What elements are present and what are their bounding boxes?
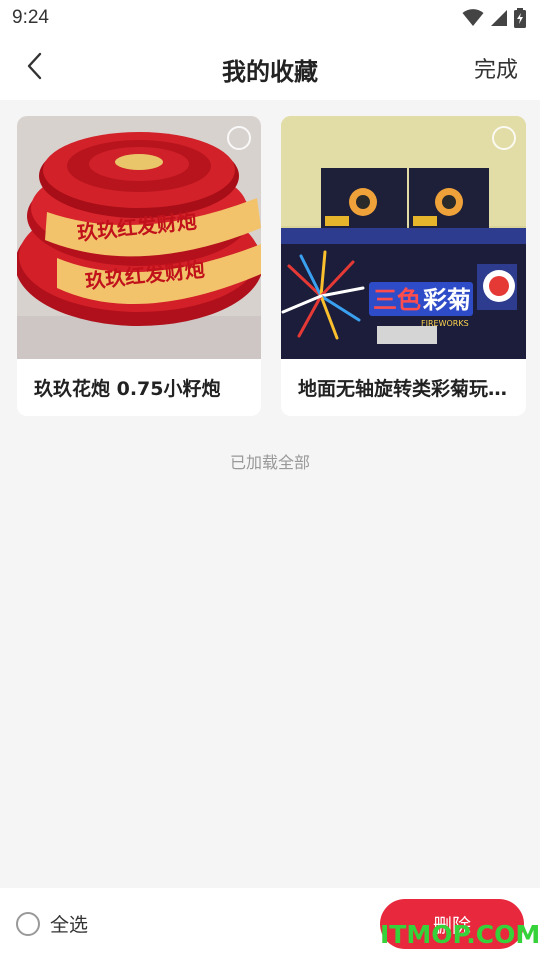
box-title-2: 彩菊: [422, 286, 471, 314]
status-bar: 9:24: [0, 0, 540, 36]
delete-button[interactable]: 删除: [380, 899, 524, 949]
select-all-radio[interactable]: [16, 911, 40, 936]
page-title: 我的收藏: [222, 58, 318, 86]
product-title: 地面无轴旋转类彩菊玩具烟花: [298, 378, 512, 400]
select-circle[interactable]: [492, 126, 516, 150]
favorite-card[interactable]: 玖玖红发财炮 玖玖红发财炮 玖玖花炮 0.75小籽炮: [17, 116, 261, 416]
product-image: 三色 彩菊 FIREWORKS: [281, 116, 526, 359]
done-button[interactable]: 完成: [474, 52, 518, 84]
load-status: 已加载全部: [229, 453, 310, 472]
box-title-1: 三色: [373, 286, 421, 314]
product-image: 玖玖红发财炮 玖玖红发财炮: [17, 116, 261, 359]
select-all-label: 全选: [50, 914, 89, 936]
nav-bar: 我的收藏 完成: [0, 36, 540, 100]
product-title: 玖玖花炮 0.75小籽炮: [34, 378, 221, 400]
favorite-card[interactable]: 三色 彩菊 FIREWORKS 地面无轴旋转类彩菊玩具烟花: [281, 116, 526, 416]
select-all-toggle[interactable]: 全选: [16, 910, 88, 937]
favorites-grid: 玖玖红发财炮 玖玖红发财炮 玖玖花炮 0.75小籽炮 三色 彩菊 FIREWOR…: [17, 116, 527, 416]
select-circle[interactable]: [227, 126, 251, 150]
status-time: 9:24: [12, 7, 49, 28]
signal-icon: [490, 9, 508, 27]
battery-charging-icon: [514, 8, 526, 28]
wifi-icon: [462, 9, 484, 27]
status-icons: [462, 8, 526, 28]
bottom-action-bar: 全选 删除: [0, 888, 540, 960]
